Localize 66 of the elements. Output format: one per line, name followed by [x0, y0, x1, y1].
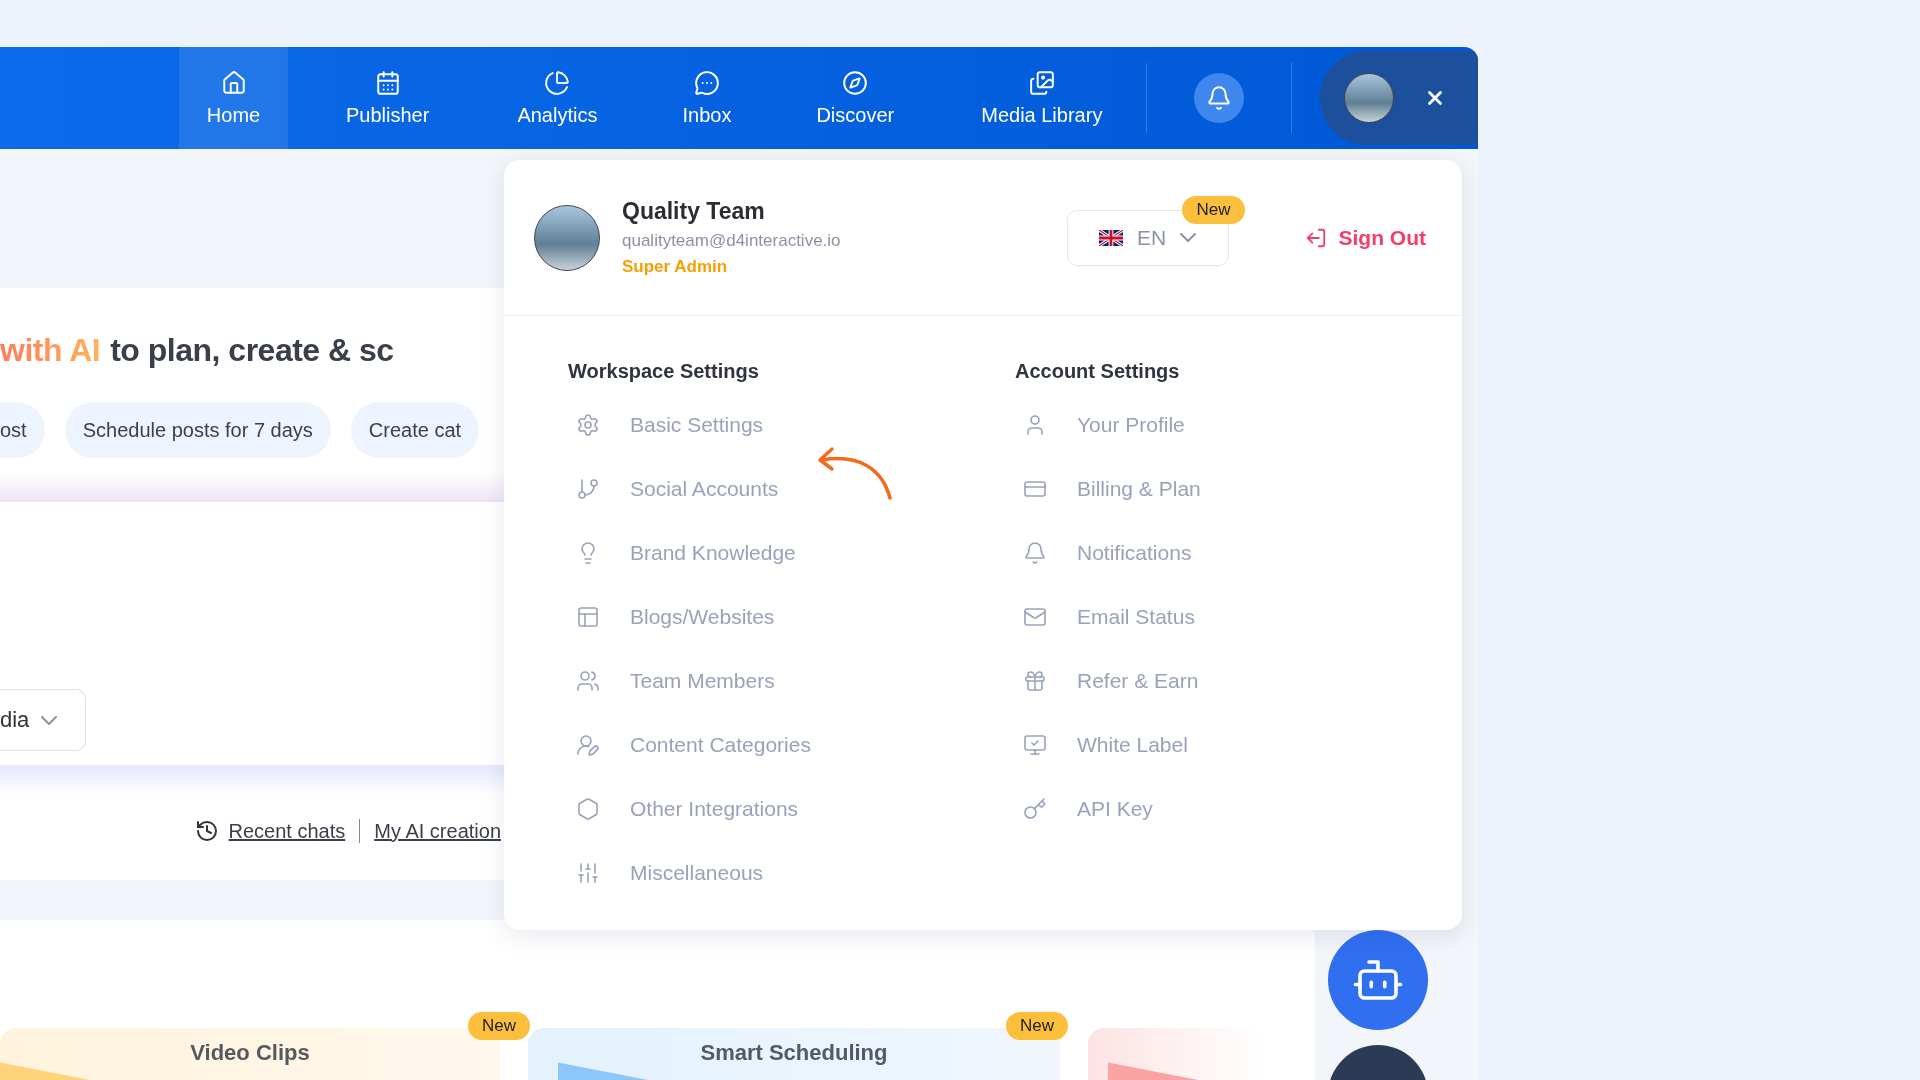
- menu-item[interactable]: Content Categories: [568, 713, 811, 777]
- calendar-icon: [374, 69, 401, 96]
- suggestion-chip[interactable]: Schedule posts for 7 days: [64, 402, 331, 458]
- sign-out-icon: [1304, 226, 1327, 249]
- menu-item[interactable]: Basic Settings: [568, 393, 764, 457]
- notifications-button[interactable]: [1194, 73, 1244, 123]
- menu-item[interactable]: Your Profile: [1015, 393, 1185, 457]
- avatar-photo-placeholder: [1344, 73, 1394, 123]
- uk-flag-icon: [1098, 229, 1123, 246]
- nav-tab[interactable]: Media Library: [957, 47, 1127, 149]
- menu-item[interactable]: Notifications: [1015, 521, 1192, 585]
- menu-item[interactable]: Miscellaneous: [568, 841, 764, 905]
- text-link[interactable]: Recent chats: [228, 819, 346, 843]
- user-role: Super Admin: [622, 257, 729, 277]
- menu-item[interactable]: API Key: [1015, 777, 1153, 841]
- menu-item[interactable]: Other Integrations: [568, 777, 799, 841]
- suggestion-chip[interactable]: ost: [0, 402, 45, 458]
- key-icon: [1023, 797, 1047, 821]
- settings-icon: [576, 413, 600, 437]
- mail-icon: [1023, 605, 1047, 629]
- home-icon: [220, 69, 247, 96]
- card-title: Video Clips: [190, 1040, 310, 1067]
- chat-icon: [693, 69, 720, 96]
- hexagon-icon: [576, 797, 600, 821]
- bell-icon: [1206, 85, 1232, 111]
- suggestion-chip[interactable]: Create cat: [350, 402, 480, 458]
- menu-item[interactable]: Refer & Earn: [1015, 649, 1199, 713]
- profile-button[interactable]: [1320, 51, 1478, 145]
- users-icon: [576, 669, 600, 693]
- section-heading: Workspace Settings: [568, 360, 760, 383]
- section-heading: Account Settings: [1015, 360, 1181, 383]
- chevron-down-icon: [41, 715, 58, 725]
- menu-item[interactable]: Blogs/Websites: [568, 585, 775, 649]
- bell-icon: [1023, 541, 1047, 565]
- new-badge: New: [468, 1012, 530, 1040]
- nav-tab[interactable]: Home: [179, 47, 288, 149]
- sliders-icon: [576, 861, 600, 885]
- new-badge: New: [1006, 1012, 1068, 1040]
- text-link[interactable]: My AI creation: [374, 819, 501, 843]
- pie-chart-icon: [544, 69, 571, 96]
- menu-item[interactable]: Email Status: [1015, 585, 1195, 649]
- menu-item[interactable]: Brand Knowledge: [568, 521, 796, 585]
- headline: with AI to plan, create & sc: [0, 332, 395, 369]
- nav-tab[interactable]: Inbox: [652, 47, 762, 149]
- layout-icon: [576, 605, 600, 629]
- new-badge: New: [1182, 195, 1245, 224]
- menu-item[interactable]: Social Accounts: [568, 457, 779, 521]
- images-icon: [1028, 69, 1055, 96]
- compass-icon: [842, 69, 869, 96]
- nav-tab[interactable]: Publisher: [322, 47, 454, 149]
- branch-icon: [576, 477, 600, 501]
- nav-tab[interactable]: Discover: [792, 47, 919, 149]
- nav-tab[interactable]: Analytics: [493, 47, 622, 149]
- sign-out-button[interactable]: Sign Out: [1298, 224, 1432, 251]
- history-icon: [194, 819, 219, 843]
- chevron-down-icon: [1180, 233, 1197, 242]
- user-edit-icon: [576, 733, 600, 757]
- menu-item[interactable]: Billing & Plan: [1015, 457, 1201, 521]
- dropdown-select[interactable]: dia: [0, 689, 86, 751]
- card-title: Smart Scheduling: [700, 1040, 888, 1067]
- gift-icon: [1023, 669, 1047, 693]
- menu-item[interactable]: White Label: [1015, 713, 1188, 777]
- user-name: Quality Team: [622, 198, 766, 225]
- monitor-icon: [1023, 733, 1047, 757]
- menu-item[interactable]: Team Members: [568, 649, 775, 713]
- user-email: qualityteam@d4interactive.io: [622, 231, 842, 251]
